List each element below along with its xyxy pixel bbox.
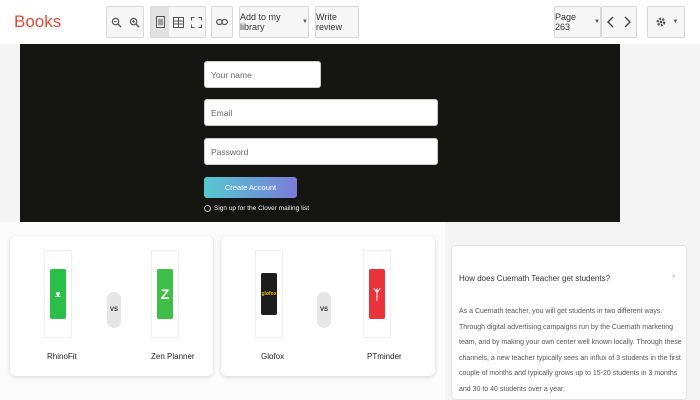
faq-accordion: How does Cuemath Teacher get students? ×… — [451, 245, 687, 400]
product-name-right: PTminder — [367, 352, 402, 361]
faq-question[interactable]: How does Cuemath Teacher get students? — [459, 274, 610, 283]
grid-view-icon — [172, 16, 184, 28]
email-field[interactable]: Email — [204, 99, 438, 126]
zoom-buttons — [106, 6, 144, 38]
vs-badge: VS — [317, 292, 331, 328]
zen-planner-icon: Z — [157, 269, 173, 319]
books-toolbar: Books Add to my library ▼ Write review P… — [0, 0, 700, 44]
chevron-down-icon: ▼ — [594, 19, 600, 25]
page-selector[interactable]: Page 263 ▼ — [554, 6, 601, 38]
radio-button[interactable] — [204, 205, 211, 212]
mailing-list-option[interactable]: Sign up for the Clover mailing list — [204, 205, 309, 212]
page-label: Page 263 — [555, 12, 577, 32]
gear-icon — [656, 17, 665, 27]
name-placeholder: Your name — [211, 69, 252, 80]
zoom-in-button[interactable] — [125, 7, 143, 37]
vs-badge: VS — [107, 292, 121, 328]
settings-button[interactable]: ▼ — [647, 6, 685, 38]
single-page-view-button[interactable] — [151, 7, 169, 37]
create-account-button[interactable]: Create Account — [204, 177, 297, 198]
page-nav-buttons — [601, 6, 637, 38]
product-name-right: Zen Planner — [151, 352, 195, 361]
write-review-label: Write review — [316, 12, 343, 32]
previous-page-button[interactable] — [602, 7, 619, 37]
comparison-card[interactable]: ᴥ VS Z RhinoFit Zen Planner — [10, 236, 213, 376]
rhino-icon: ᴥ — [50, 269, 66, 319]
glofox-logo: glofox — [255, 250, 283, 338]
faq-answer: As a Cuemath teacher, you will get stude… — [459, 308, 682, 393]
rhinofit-logo: ᴥ — [44, 250, 72, 338]
name-field[interactable]: Your name — [204, 61, 321, 88]
chevron-right-icon — [624, 16, 631, 28]
email-placeholder: Email — [211, 107, 233, 118]
glofox-icon: glofox — [261, 273, 277, 315]
next-page-button[interactable] — [619, 7, 636, 37]
ptminder-logo: ᛉ — [363, 250, 391, 338]
mailing-list-label: Sign up for the Clover mailing list — [214, 205, 310, 212]
zoom-out-icon — [111, 17, 122, 28]
view-mode-buttons — [150, 6, 206, 38]
product-name-left: Glofox — [261, 352, 285, 361]
ptminder-icon: ᛉ — [369, 269, 385, 319]
password-placeholder: Password — [211, 146, 249, 157]
books-logo[interactable]: Books — [14, 12, 61, 32]
collapse-icon[interactable]: × — [671, 272, 676, 281]
chevron-down-icon: ▼ — [672, 19, 679, 25]
password-field[interactable]: Password — [204, 138, 438, 165]
link-button[interactable] — [211, 6, 233, 38]
zenplanner-logo: Z — [151, 250, 179, 338]
add-to-library-button[interactable]: Add to my library ▼ — [239, 6, 309, 38]
comparison-card[interactable]: glofox VS ᛉ Glofox PTminder — [221, 236, 435, 376]
zoom-in-icon — [129, 17, 140, 28]
chevron-down-icon: ▼ — [302, 19, 308, 25]
link-icon — [216, 18, 228, 26]
zoom-out-button[interactable] — [107, 7, 125, 37]
signup-panel: Your name Email Password — [20, 44, 620, 222]
chevron-left-icon — [607, 16, 614, 28]
product-name-left: RhinoFit — [47, 352, 77, 361]
single-page-icon — [155, 16, 165, 28]
fullscreen-icon — [190, 16, 202, 28]
fullscreen-button[interactable] — [187, 7, 205, 37]
thumbnail-view-button[interactable] — [169, 7, 187, 37]
write-review-button[interactable]: Write review — [315, 6, 359, 38]
add-to-library-label: Add to my library — [240, 12, 281, 32]
